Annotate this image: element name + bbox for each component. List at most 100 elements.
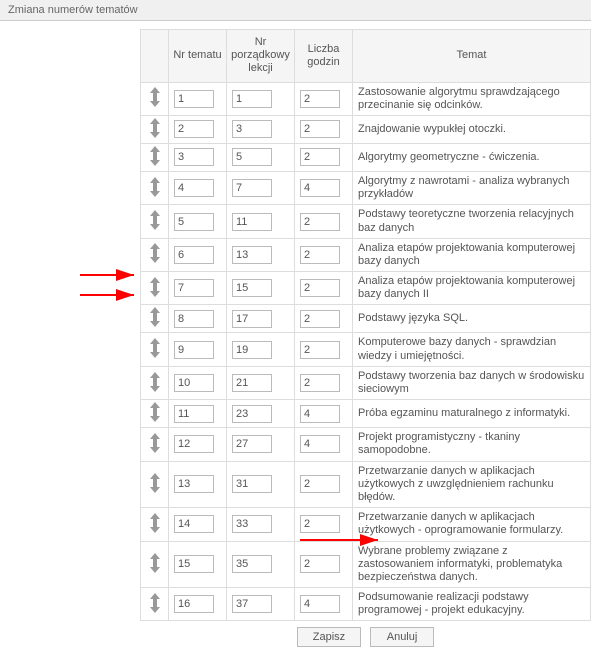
nr-lekcji-input[interactable]	[232, 179, 272, 197]
table-row: Analiza etapów projektowania komputerowe…	[141, 272, 591, 305]
nr-tematu-input[interactable]	[174, 120, 214, 138]
liczba-godzin-input[interactable]	[300, 90, 340, 108]
liczba-godzin-input[interactable]	[300, 179, 340, 197]
table-row: Próba egzaminu maturalnego z informatyki…	[141, 400, 591, 428]
drag-handle-icon[interactable]	[148, 146, 162, 166]
drag-handle-icon[interactable]	[148, 593, 162, 613]
table-row: Projekt programistyczny - tkaniny samopo…	[141, 428, 591, 461]
nr-lekcji-input[interactable]	[232, 374, 272, 392]
drag-handle-icon[interactable]	[148, 372, 162, 392]
drag-handle-icon[interactable]	[148, 87, 162, 107]
table-row: Przetwarzanie danych w aplikacjach użytk…	[141, 508, 591, 541]
nr-lekcji-input[interactable]	[232, 213, 272, 231]
nr-tematu-input[interactable]	[174, 90, 214, 108]
table-row: Podstawy tworzenia baz danych w środowis…	[141, 366, 591, 399]
nr-tematu-input[interactable]	[174, 405, 214, 423]
topic-cell: Algorytmy geometryczne - ćwiczenia.	[353, 143, 591, 171]
liczba-godzin-input[interactable]	[300, 405, 340, 423]
drag-handle-icon[interactable]	[148, 553, 162, 573]
topic-cell: Podsumowanie realizacji podstawy program…	[353, 588, 591, 621]
table-row: Wybrane problemy związane z zastosowanie…	[141, 541, 591, 588]
drag-handle-icon[interactable]	[148, 210, 162, 230]
liczba-godzin-input[interactable]	[300, 148, 340, 166]
nr-lekcji-input[interactable]	[232, 405, 272, 423]
nr-tematu-input[interactable]	[174, 246, 214, 264]
nr-tematu-input[interactable]	[174, 310, 214, 328]
nr-lekcji-input[interactable]	[232, 148, 272, 166]
drag-handle-icon[interactable]	[148, 473, 162, 493]
nr-lekcji-input[interactable]	[232, 246, 272, 264]
topic-cell: Komputerowe bazy danych - sprawdzian wie…	[353, 333, 591, 366]
drag-handle-icon[interactable]	[148, 338, 162, 358]
nr-tematu-input[interactable]	[174, 279, 214, 297]
topic-cell: Przetwarzanie danych w aplikacjach użytk…	[353, 461, 591, 508]
table-row: Znajdowanie wypukłej otoczki.	[141, 115, 591, 143]
topic-cell: Wybrane problemy związane z zastosowanie…	[353, 541, 591, 588]
liczba-godzin-input[interactable]	[300, 435, 340, 453]
topic-cell: Projekt programistyczny - tkaniny samopo…	[353, 428, 591, 461]
liczba-godzin-input[interactable]	[300, 595, 340, 613]
nr-tematu-input[interactable]	[174, 148, 214, 166]
topic-cell: Podstawy tworzenia baz danych w środowis…	[353, 366, 591, 399]
drag-handle-icon[interactable]	[148, 433, 162, 453]
nr-lekcji-input[interactable]	[232, 279, 272, 297]
table-row: Komputerowe bazy danych - sprawdzian wie…	[141, 333, 591, 366]
liczba-godzin-input[interactable]	[300, 374, 340, 392]
topic-cell: Podstawy języka SQL.	[353, 305, 591, 333]
topic-cell: Zastosowanie algorytmu sprawdzającego pr…	[353, 82, 591, 115]
drag-handle-icon[interactable]	[148, 243, 162, 263]
topic-cell: Analiza etapów projektowania komputerowe…	[353, 238, 591, 271]
header-temat: Temat	[353, 30, 591, 83]
nr-tematu-input[interactable]	[174, 213, 214, 231]
nr-tematu-input[interactable]	[174, 475, 214, 493]
header-handle	[141, 30, 169, 83]
liczba-godzin-input[interactable]	[300, 310, 340, 328]
drag-handle-icon[interactable]	[148, 277, 162, 297]
liczba-godzin-input[interactable]	[300, 341, 340, 359]
table-row: Analiza etapów projektowania komputerowe…	[141, 238, 591, 271]
cancel-button[interactable]: Anuluj	[370, 627, 434, 647]
nr-lekcji-input[interactable]	[232, 515, 272, 533]
header-nr-lekcji: Nr porządkowy lekcji	[227, 30, 295, 83]
table-row: Algorytmy z nawrotami - analiza wybranyc…	[141, 171, 591, 204]
liczba-godzin-input[interactable]	[300, 213, 340, 231]
nr-tematu-input[interactable]	[174, 374, 214, 392]
nr-tematu-input[interactable]	[174, 595, 214, 613]
window-title: Zmiana numerów tematów	[0, 0, 591, 21]
table-row: Podsumowanie realizacji podstawy program…	[141, 588, 591, 621]
nr-lekcji-input[interactable]	[232, 90, 272, 108]
liczba-godzin-input[interactable]	[300, 279, 340, 297]
nr-lekcji-input[interactable]	[232, 435, 272, 453]
topic-cell: Analiza etapów projektowania komputerowe…	[353, 272, 591, 305]
save-button[interactable]: Zapisz	[297, 627, 361, 647]
header-liczba-godzin: Liczba godzin	[295, 30, 353, 83]
drag-handle-icon[interactable]	[148, 118, 162, 138]
table-row: Podstawy teoretyczne tworzenia relacyjny…	[141, 205, 591, 238]
liczba-godzin-input[interactable]	[300, 515, 340, 533]
topic-cell: Przetwarzanie danych w aplikacjach użytk…	[353, 508, 591, 541]
topic-cell: Próba egzaminu maturalnego z informatyki…	[353, 400, 591, 428]
drag-handle-icon[interactable]	[148, 402, 162, 422]
nr-tematu-input[interactable]	[174, 179, 214, 197]
topics-table: Nr tematu Nr porządkowy lekcji Liczba go…	[140, 29, 591, 621]
nr-tematu-input[interactable]	[174, 341, 214, 359]
topic-cell: Algorytmy z nawrotami - analiza wybranyc…	[353, 171, 591, 204]
nr-tematu-input[interactable]	[174, 435, 214, 453]
liczba-godzin-input[interactable]	[300, 475, 340, 493]
liczba-godzin-input[interactable]	[300, 246, 340, 264]
topic-cell: Podstawy teoretyczne tworzenia relacyjny…	[353, 205, 591, 238]
nr-lekcji-input[interactable]	[232, 341, 272, 359]
table-row: Przetwarzanie danych w aplikacjach użytk…	[141, 461, 591, 508]
nr-lekcji-input[interactable]	[232, 595, 272, 613]
liczba-godzin-input[interactable]	[300, 120, 340, 138]
drag-handle-icon[interactable]	[148, 513, 162, 533]
nr-lekcji-input[interactable]	[232, 310, 272, 328]
nr-lekcji-input[interactable]	[232, 475, 272, 493]
table-row: Podstawy języka SQL.	[141, 305, 591, 333]
nr-tematu-input[interactable]	[174, 515, 214, 533]
drag-handle-icon[interactable]	[148, 177, 162, 197]
drag-handle-icon[interactable]	[148, 307, 162, 327]
header-nr-tematu: Nr tematu	[169, 30, 227, 83]
nr-lekcji-input[interactable]	[232, 120, 272, 138]
table-row: Algorytmy geometryczne - ćwiczenia.	[141, 143, 591, 171]
